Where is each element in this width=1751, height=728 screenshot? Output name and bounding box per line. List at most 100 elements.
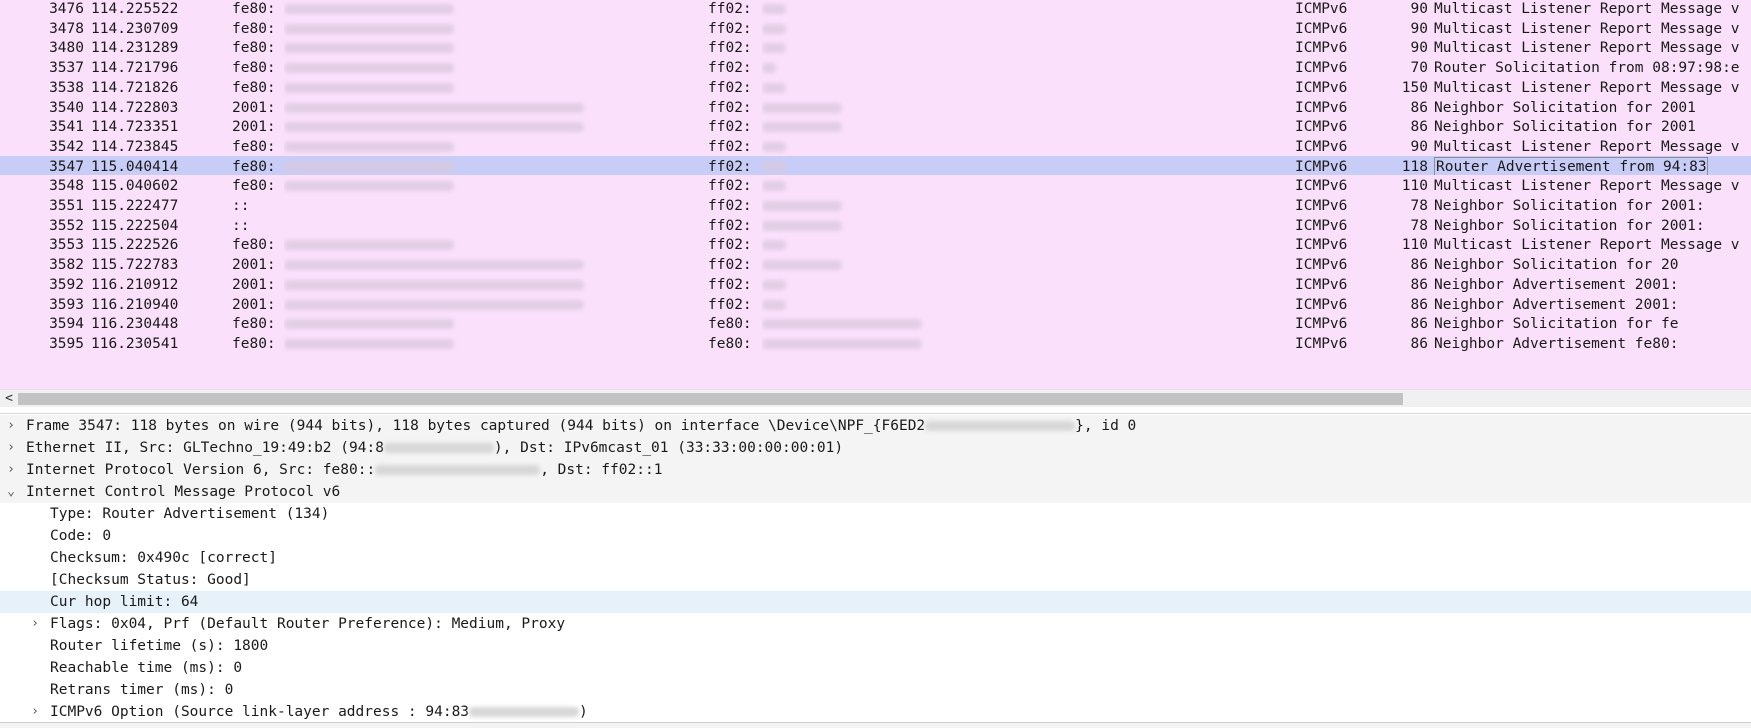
- detail-label: Type: Router Advertisement (134): [50, 503, 329, 525]
- chevron-right-icon[interactable]: ›: [27, 701, 43, 723]
- packet-info: Router Solicitation from 08:97:98:e: [1434, 60, 1740, 77]
- detail-row[interactable]: › Internet Protocol Version 6, Src: fe80:…: [0, 459, 1751, 481]
- packet-number: 3478: [49, 20, 84, 37]
- packet-row[interactable]: 3548 115.040602 fe80: ff02: ICMPv6 110 Multica…: [0, 175, 1751, 198]
- redacted-destination: [762, 77, 932, 99]
- packet-row[interactable]: 3480 114.231289 fe80: ff02: ICMPv6 90 Multicas…: [0, 37, 1751, 60]
- packet-row[interactable]: 3547 115.040414 fe80: ff02: ICMPv6 118 Router …: [0, 155, 1751, 178]
- packet-protocol: ICMPv6: [1295, 296, 1348, 313]
- packet-destination: ff02:: [708, 60, 752, 77]
- scrollbar-thumb[interactable]: [18, 393, 1403, 405]
- detail-row[interactable]: › Frame 3547: 118 bytes on wire (944 bits…: [0, 415, 1751, 437]
- packet-row[interactable]: 3538 114.721826 fe80: ff02: ICMPv6 150 Multica…: [0, 76, 1751, 99]
- packet-row[interactable]: 3551 115.222477:: ff02: ICMPv6 78 Neighbor So…: [0, 195, 1751, 217]
- redacted-source: [284, 234, 464, 256]
- packet-number: 3582: [49, 257, 84, 274]
- redacted-destination: [762, 175, 932, 197]
- packet-row[interactable]: 3478 114.230709 fe80: ff02: ICMPv6 90 Multicas…: [0, 17, 1751, 40]
- detail-label: Frame 3547: 118 bytes on wire (944 bits)…: [26, 415, 1136, 437]
- packet-row[interactable]: 3592 116.210912 2001: ff02: ICMPv6 86 Neighbor…: [0, 273, 1751, 296]
- packet-number: 3592: [49, 276, 84, 293]
- detail-row[interactable]: Checksum: 0x490c [correct]: [0, 547, 1751, 569]
- packet-row[interactable]: 3541 114.723351 2001: ff02: ICMPv6 86 Neighbor…: [0, 116, 1751, 139]
- detail-text: Reachable time (ms): 0: [50, 660, 243, 676]
- packet-details-tree[interactable]: › Frame 3547: 118 bytes on wire (944 bits…: [0, 414, 1751, 727]
- packet-row[interactable]: 3595 116.230541 fe80: fe80: ICMPv6 86 Neighbor…: [0, 332, 1751, 355]
- chevron-right-icon[interactable]: ›: [3, 415, 19, 437]
- detail-row[interactable]: › ICMPv6 Option (Source link-layer addres…: [0, 701, 1751, 723]
- redacted-source: [284, 313, 464, 335]
- packet-info: Router Advertisement from 94:83: [1434, 156, 1708, 177]
- packet-info: Neighbor Solicitation for 20: [1434, 257, 1679, 274]
- detail-row[interactable]: Type: Router Advertisement (134): [0, 503, 1751, 525]
- packet-number: 3548: [49, 178, 84, 195]
- packet-list[interactable]: 3476 114.225522 fe80: ff02: ICMPv6 90 Multicas…: [0, 0, 1751, 389]
- packet-time: 115.040414: [91, 158, 179, 175]
- packet-row[interactable]: 3594 116.230448 fe80: fe80: ICMPv6 86 Neighbor…: [0, 313, 1751, 336]
- packet-length: 150: [1401, 79, 1428, 96]
- detail-row[interactable]: Reachable time (ms): 0: [0, 657, 1751, 679]
- packet-protocol: ICMPv6: [1295, 257, 1348, 274]
- packet-protocol: ICMPv6: [1295, 158, 1348, 175]
- scroll-left-icon[interactable]: <: [2, 390, 16, 408]
- redacted-source: [284, 57, 464, 79]
- packet-row[interactable]: 3593 116.210940 2001: ff02: ICMPv6 86 Neighbor…: [0, 293, 1751, 316]
- detail-row[interactable]: ⌄ Internet Control Message Protocol v6: [0, 481, 1751, 503]
- redacted-source: [284, 18, 464, 40]
- chevron-right-icon[interactable]: ›: [27, 613, 43, 635]
- packet-length: 118: [1401, 158, 1428, 175]
- redacted-destination: [762, 274, 932, 296]
- chevron-right-icon[interactable]: ›: [3, 437, 19, 459]
- detail-row[interactable]: › Flags: 0x04, Prf (Default Router Prefer…: [0, 613, 1751, 635]
- packet-length: 86: [1410, 296, 1428, 313]
- packet-source: 2001:: [232, 257, 276, 274]
- detail-row[interactable]: Retrans timer (ms): 0: [0, 679, 1751, 701]
- redacted-destination: [762, 254, 932, 276]
- detail-label: ICMPv6 Option (Source link-layer address…: [50, 701, 588, 723]
- packet-info: Neighbor Solicitation for 2001:: [1434, 198, 1705, 214]
- redacted-destination: [762, 156, 932, 178]
- detail-text: Code: 0: [50, 528, 112, 544]
- packet-source: ::: [232, 198, 250, 214]
- detail-row[interactable]: › Ethernet II, Src: GLTechno_19:49:b2 (94…: [0, 437, 1751, 459]
- chevron-down-icon[interactable]: ⌄: [3, 481, 19, 503]
- detail-label: Ethernet II, Src: GLTechno_19:49:b2 (94:…: [26, 437, 843, 459]
- packet-length: 90: [1410, 138, 1428, 155]
- packet-row[interactable]: 3540 114.722803 2001: ff02: ICMPv6 86 Neighbor…: [0, 96, 1751, 119]
- detail-row[interactable]: [Checksum Status: Good]: [0, 569, 1751, 591]
- packet-destination: ff02:: [708, 99, 752, 116]
- packet-row[interactable]: 3537 114.721796 fe80: ff02: ICMPv6 70 Router S…: [0, 57, 1751, 80]
- chevron-right-icon[interactable]: ›: [3, 459, 19, 481]
- packet-source: fe80:: [232, 158, 276, 175]
- packet-source: fe80:: [232, 316, 276, 333]
- packet-time: 115.222477: [91, 198, 179, 214]
- packet-row[interactable]: 3553 115.222526 fe80: ff02: ICMPv6 110 Multica…: [0, 234, 1751, 257]
- packet-row[interactable]: 3582 115.722783 2001: ff02: ICMPv6 86 Neighbor…: [0, 254, 1751, 277]
- packet-time: 116.210940: [91, 296, 179, 313]
- packet-info: Multicast Listener Report Message v: [1434, 237, 1740, 254]
- packet-number: 3538: [49, 79, 84, 96]
- packet-protocol: ICMPv6: [1295, 60, 1348, 77]
- packet-row[interactable]: 3542 114.723845 fe80: ff02: ICMPv6 90 Multicas…: [0, 135, 1751, 158]
- detail-row[interactable]: Cur hop limit: 64: [0, 591, 1751, 613]
- packet-source: fe80:: [232, 79, 276, 96]
- packet-source: 2001:: [232, 119, 276, 136]
- packet-info: Neighbor Advertisement 2001:: [1434, 296, 1679, 313]
- packet-info: Multicast Listener Report Message v: [1434, 178, 1740, 195]
- packet-time: 114.721796: [91, 60, 179, 77]
- packet-row[interactable]: 3552 115.222504:: ff02: ICMPv6 78 Neighbor So…: [0, 214, 1751, 237]
- detail-label: Cur hop limit: 64: [50, 591, 198, 613]
- packet-length: 86: [1410, 119, 1428, 136]
- redacted-destination: [762, 234, 932, 256]
- packet-info: Neighbor Advertisement fe80:: [1434, 335, 1679, 352]
- detail-text: Retrans timer (ms): 0: [50, 682, 234, 698]
- horizontal-scrollbar[interactable]: <: [0, 389, 1751, 408]
- packet-source: 2001:: [232, 296, 276, 313]
- detail-row[interactable]: Code: 0: [0, 525, 1751, 547]
- pane-splitter[interactable]: [0, 407, 1751, 414]
- packet-length: 70: [1410, 60, 1428, 77]
- detail-row[interactable]: Router lifetime (s): 1800: [0, 635, 1751, 657]
- packet-source: fe80:: [232, 60, 276, 77]
- detail-label: Router lifetime (s): 1800: [50, 635, 268, 657]
- packet-protocol: ICMPv6: [1295, 198, 1348, 214]
